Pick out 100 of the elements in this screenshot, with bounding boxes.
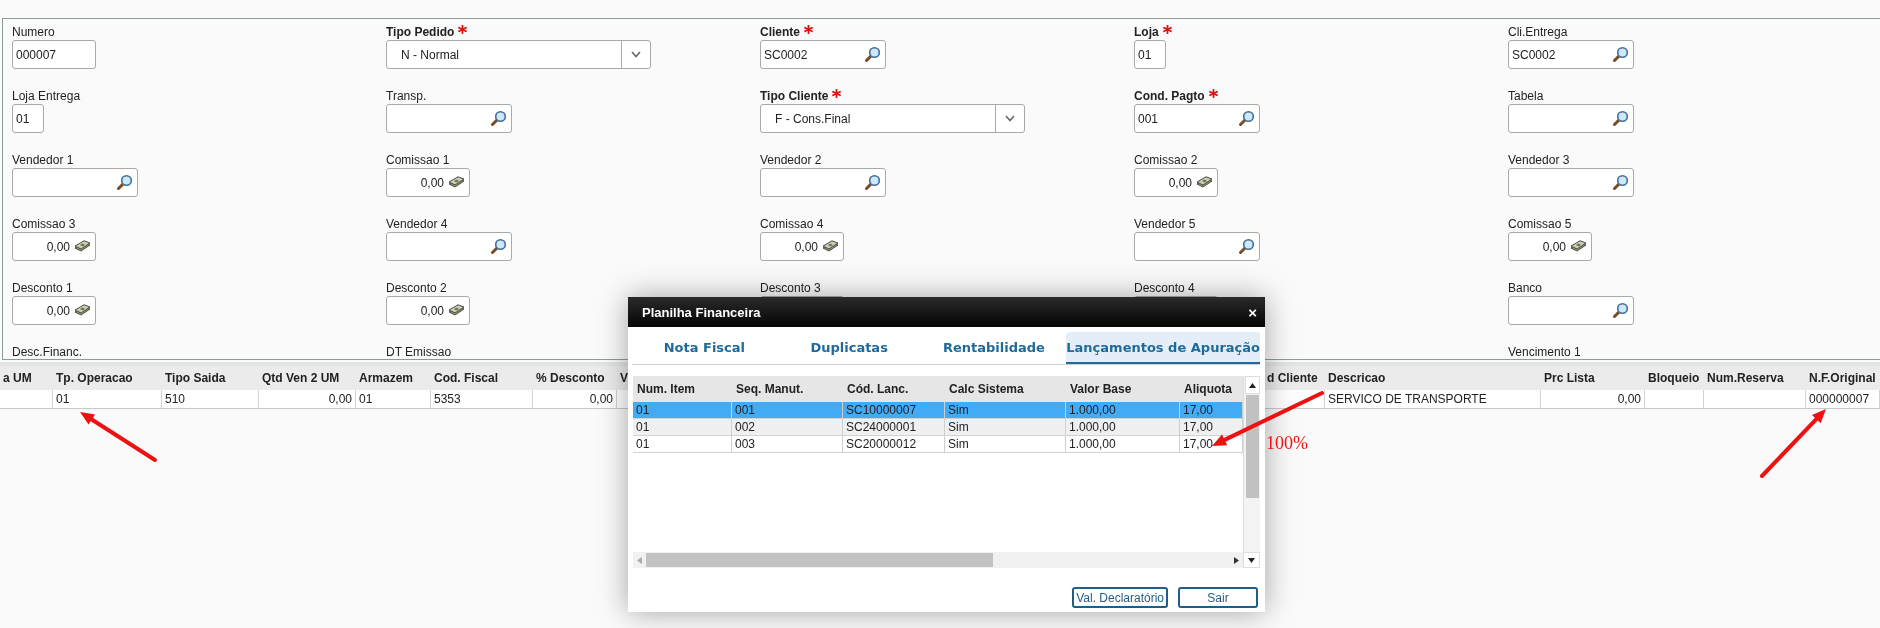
column-header[interactable]: Cód. Lanc. bbox=[847, 382, 909, 396]
column-header[interactable]: Qtd Ven 2 UM bbox=[262, 371, 340, 385]
column-header[interactable]: Calc Sistema bbox=[949, 382, 1024, 396]
search-icon[interactable] bbox=[1612, 174, 1629, 191]
table-cell: 510 bbox=[165, 392, 186, 406]
lookup-field[interactable]: 001 bbox=[1134, 104, 1260, 133]
scroll-down-icon[interactable] bbox=[1248, 557, 1255, 563]
lookup-field[interactable] bbox=[1508, 296, 1634, 325]
table-cell: 1.000,00 bbox=[1069, 403, 1116, 417]
field-label: Cond. Pagto bbox=[1134, 89, 1205, 103]
search-icon[interactable] bbox=[490, 110, 507, 127]
amount-field[interactable]: 0,00 bbox=[12, 232, 96, 261]
dropdown[interactable]: N - Normal bbox=[386, 40, 651, 69]
amount-field[interactable]: 0,00 bbox=[1508, 232, 1592, 261]
lookup-field[interactable] bbox=[1508, 104, 1634, 133]
field-label: Comissao 2 bbox=[1134, 153, 1198, 167]
table-cell: 01 bbox=[636, 420, 650, 434]
column-header[interactable]: Cod. Fiscal bbox=[434, 371, 498, 385]
search-icon[interactable] bbox=[490, 238, 507, 255]
column-header[interactable]: Tp. Operacao bbox=[56, 371, 133, 385]
column-header[interactable]: N.F.Original bbox=[1809, 371, 1876, 385]
search-icon[interactable] bbox=[1612, 302, 1629, 319]
field-label: Loja Entrega bbox=[12, 89, 81, 103]
table-cell: SC20000012 bbox=[846, 437, 917, 451]
amount-field[interactable]: 0,00 bbox=[386, 168, 470, 197]
field-label: Comissao 1 bbox=[386, 153, 450, 167]
field-label: Vendedor 2 bbox=[760, 153, 822, 167]
input-field[interactable]: 000007 bbox=[12, 40, 96, 69]
column-header[interactable]: Num.Reserva bbox=[1707, 371, 1784, 385]
table-cell: 17,00 bbox=[1183, 420, 1214, 434]
tab[interactable]: Lançamentos de Apuração bbox=[1066, 332, 1260, 364]
scroll-up-icon[interactable] bbox=[1248, 382, 1256, 388]
search-icon[interactable] bbox=[864, 46, 881, 63]
field-label: Desconto 4 bbox=[1134, 281, 1195, 295]
input-field[interactable]: 01 bbox=[1134, 40, 1166, 69]
tab[interactable]: Rentabilidade bbox=[921, 332, 1067, 364]
input-field[interactable]: 01 bbox=[12, 104, 44, 133]
field-label: Vendedor 3 bbox=[1508, 153, 1570, 167]
column-header[interactable]: Prc Lista bbox=[1544, 371, 1595, 385]
search-icon[interactable] bbox=[1238, 110, 1255, 127]
column-header[interactable]: a UM bbox=[3, 371, 32, 385]
table-cell: SERVICO DE TRANSPORTE bbox=[1328, 392, 1487, 406]
search-icon[interactable] bbox=[1612, 110, 1629, 127]
amount-field[interactable]: 0,00 bbox=[386, 296, 470, 325]
required-icon bbox=[832, 89, 842, 98]
banknote-icon[interactable] bbox=[448, 176, 465, 189]
dropdown[interactable]: F - Cons.Final bbox=[760, 104, 1025, 133]
table-cell: 0,00 bbox=[1617, 392, 1641, 406]
column-header[interactable]: Aliquota bbox=[1184, 382, 1232, 396]
banknote-icon[interactable] bbox=[822, 240, 839, 253]
column-header[interactable]: % Desconto bbox=[536, 371, 605, 385]
table-cell: 003 bbox=[735, 437, 756, 451]
lookup-field[interactable] bbox=[386, 104, 512, 133]
chevron-down-icon bbox=[1005, 115, 1015, 122]
search-icon[interactable] bbox=[1612, 46, 1629, 63]
lookup-field[interactable]: SC0002 bbox=[760, 40, 886, 69]
table-row[interactable]: 01 001 SC10000007 Sim 1.000,00 17,00 bbox=[633, 402, 1243, 419]
scrollbar[interactable] bbox=[1243, 376, 1260, 552]
tab[interactable]: Duplicatas bbox=[776, 332, 922, 364]
table-cell: Sim bbox=[948, 420, 969, 434]
table-cell: SC10000007 bbox=[846, 403, 917, 417]
close-button[interactable]: × bbox=[1248, 303, 1257, 321]
column-header[interactable]: Num. Item bbox=[637, 382, 695, 396]
banknote-icon[interactable] bbox=[1196, 176, 1213, 189]
banknote-icon[interactable] bbox=[74, 304, 91, 317]
amount-field[interactable]: 0,00 bbox=[12, 296, 96, 325]
column-header[interactable]: Tipo Saida bbox=[165, 371, 226, 385]
lookup-field[interactable] bbox=[1134, 232, 1260, 261]
search-icon[interactable] bbox=[864, 174, 881, 191]
lookup-field[interactable] bbox=[1508, 168, 1634, 197]
scroll-right-icon[interactable] bbox=[1234, 556, 1239, 564]
column-header[interactable]: Bloqueio bbox=[1648, 371, 1700, 385]
banknote-icon[interactable] bbox=[74, 240, 91, 253]
search-icon[interactable] bbox=[116, 174, 133, 191]
lookup-field[interactable]: SC0002 bbox=[1508, 40, 1634, 69]
scrollbar[interactable] bbox=[633, 552, 1243, 568]
column-header[interactable]: Valor Base bbox=[1070, 382, 1132, 396]
table-row[interactable]: 01 003 SC20000012 Sim 1.000,00 17,00 bbox=[633, 436, 1243, 453]
column-header[interactable]: d Cliente bbox=[1267, 371, 1318, 385]
dialog-button[interactable]: Val. Declaratório bbox=[1072, 587, 1168, 608]
amount-field[interactable]: 0,00 bbox=[1134, 168, 1218, 197]
tab[interactable]: Nota Fiscal bbox=[632, 332, 777, 364]
required-icon bbox=[1162, 25, 1172, 34]
lookup-field[interactable] bbox=[760, 168, 886, 197]
lookup-field[interactable] bbox=[386, 232, 512, 261]
banknote-icon[interactable] bbox=[1570, 240, 1587, 253]
search-icon[interactable] bbox=[1238, 238, 1255, 255]
column-header[interactable]: Descricao bbox=[1328, 371, 1386, 385]
column-header[interactable]: Armazem bbox=[359, 371, 414, 385]
table-cell: 000000007 bbox=[1809, 392, 1870, 406]
column-header[interactable]: V bbox=[620, 371, 628, 385]
field-label: Desconto 3 bbox=[760, 281, 821, 295]
field-label: Transp. bbox=[386, 89, 427, 103]
column-header[interactable]: Seq. Manut. bbox=[736, 382, 804, 396]
dialog-button[interactable]: Sair bbox=[1178, 587, 1258, 608]
table-row[interactable]: 01 002 SC24000001 Sim 1.000,00 17,00 bbox=[633, 419, 1243, 436]
lookup-field[interactable] bbox=[12, 168, 138, 197]
amount-field[interactable]: 0,00 bbox=[760, 232, 844, 261]
banknote-icon[interactable] bbox=[448, 304, 465, 317]
field-label: Loja bbox=[1134, 25, 1159, 39]
